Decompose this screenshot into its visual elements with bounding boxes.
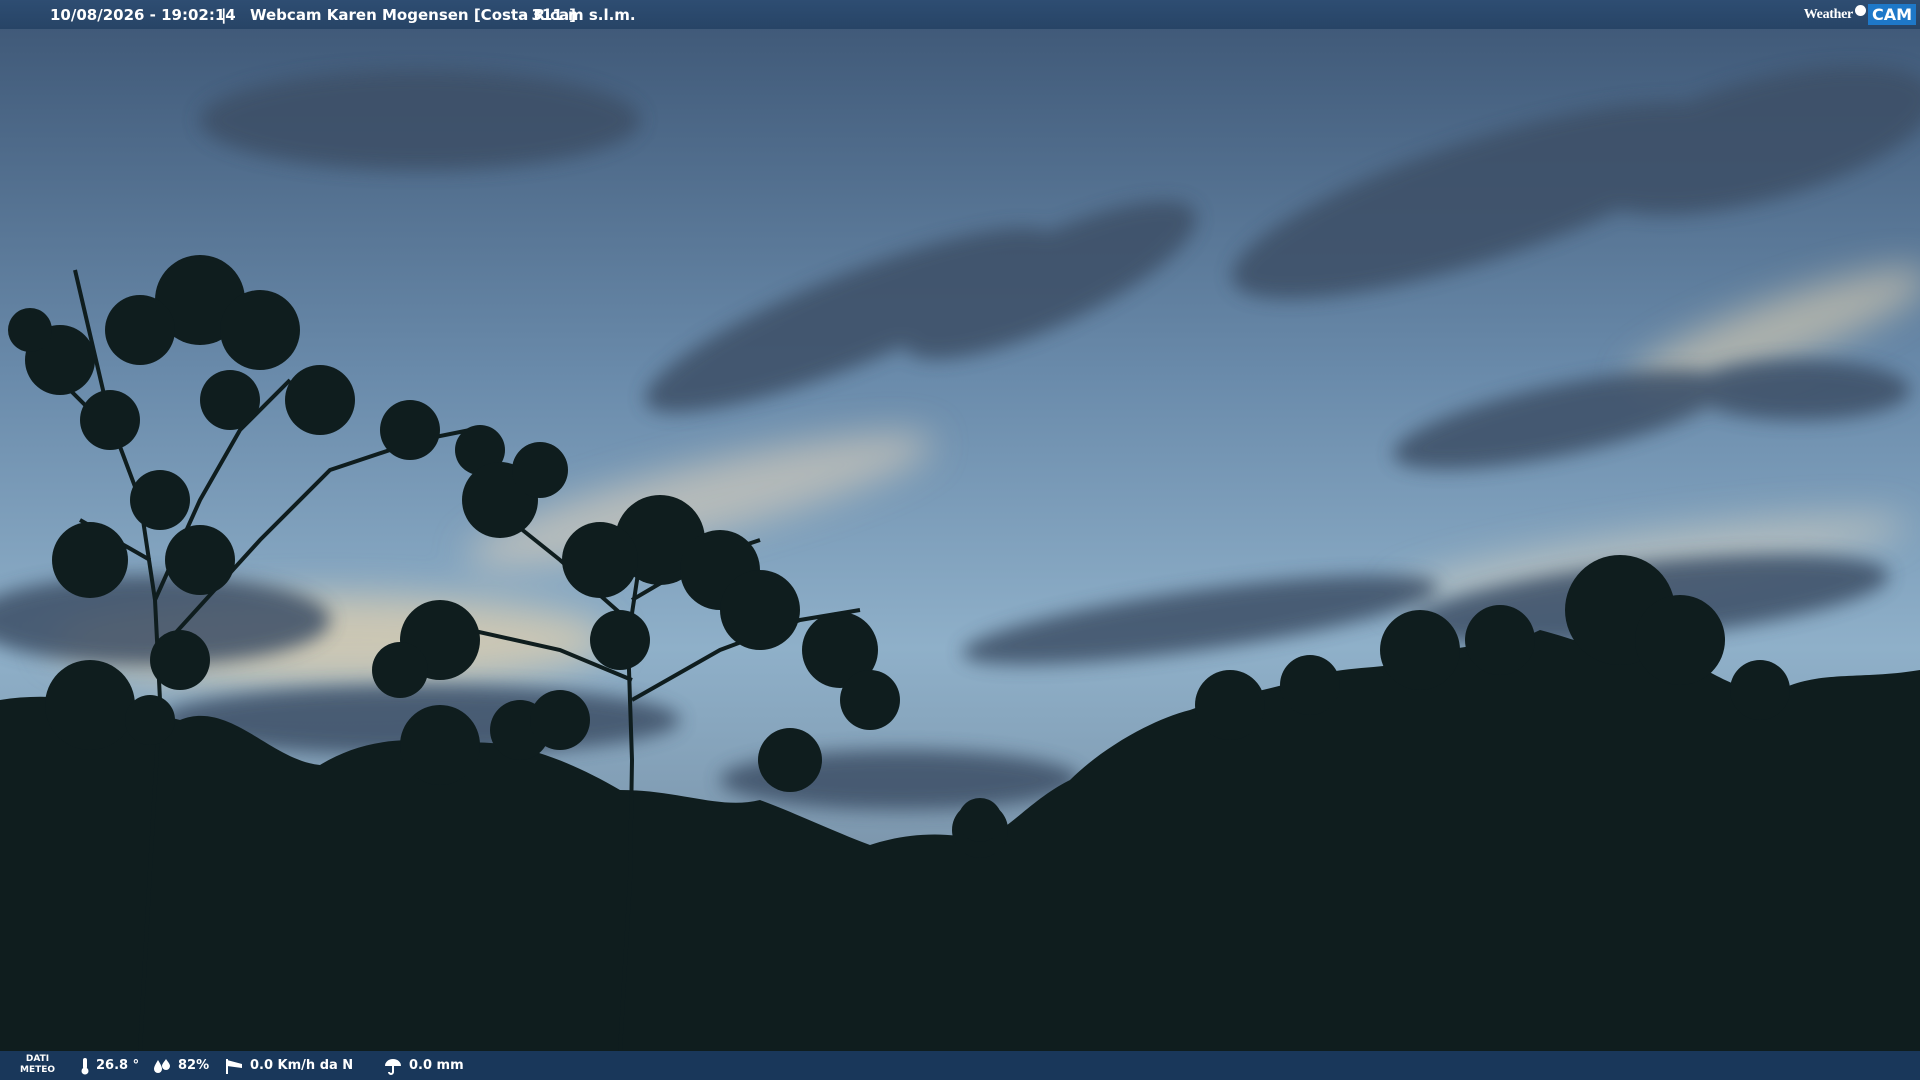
humidity-readout: 82% [152,1051,209,1080]
dati-label-line1: DATI [25,1054,50,1064]
dati-label-line2: METEO [20,1065,56,1075]
logo-dot-icon [1854,5,1866,16]
logo-text-cam: CAM [1867,4,1916,25]
temperature-readout: 26.8 ° [80,1051,139,1080]
wind-sock-icon [224,1057,244,1075]
rain-readout: 0.0 mm [383,1051,464,1080]
weathercam-logo: Weather CAM [1804,0,1920,29]
logo-text-weather: Weather [1803,6,1854,22]
drops-icon [152,1058,172,1074]
webcam-image [0,0,1920,1080]
timestamp: 10/08/2026 - 19:02:14 [50,6,236,24]
webcam-header-bar: 10/08/2026 - 19:02:14 | Webcam Karen Mog… [0,0,1920,29]
header-separator: | [221,6,227,24]
humidity-value: 82% [178,1058,210,1073]
umbrella-icon [383,1057,403,1075]
wind-value: 0.0 Km/h da N [250,1058,354,1073]
thermometer-icon [80,1057,90,1075]
wind-readout: 0.0 Km/h da N [224,1051,353,1080]
temperature-value: 26.8 ° [96,1058,140,1073]
altitude: - 311 m s.l.m. [520,6,636,24]
rain-value: 0.0 mm [409,1058,464,1073]
dati-meteo-label: DATI METEO [20,1054,55,1076]
weather-data-bar: DATI METEO 26.8 ° 82% 0.0 Km/h da N 0.0 … [0,1051,1920,1080]
